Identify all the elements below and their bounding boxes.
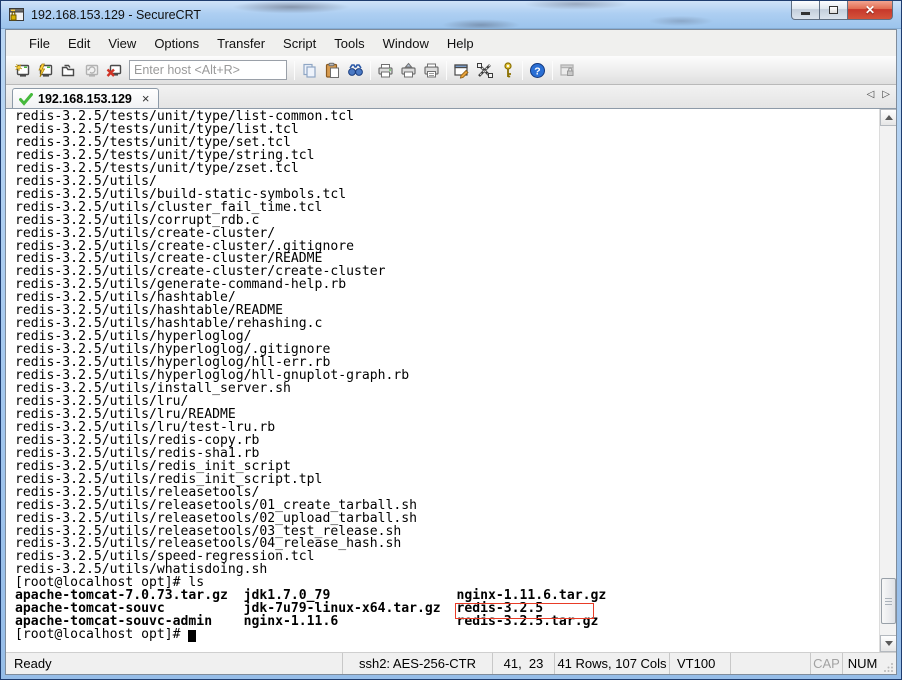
status-cursor-position: 41, 23 [492, 653, 554, 674]
print-eject-icon [401, 62, 416, 77]
terminal-listing-text: redis-3.2.5/tests/unit/type/list-common.… [15, 109, 418, 591]
terminal-ls-output: apache-tomcat-7.0.73.tar.gz jdk1.7.0_79 … [15, 588, 607, 630]
toolbar-separator [552, 60, 553, 80]
public-key-button[interactable] [496, 59, 519, 82]
reconnect-button[interactable] [79, 59, 102, 82]
print-button[interactable] [374, 59, 397, 82]
menu-file[interactable]: File [20, 32, 59, 55]
tab-close-icon[interactable]: × [142, 92, 150, 105]
connect-button[interactable] [10, 59, 33, 82]
scroll-down-icon [884, 641, 893, 646]
print-icon [378, 63, 393, 77]
find-icon [348, 63, 363, 76]
find-button[interactable] [344, 59, 367, 82]
menu-transfer[interactable]: Transfer [208, 32, 274, 55]
keymap-editor-icon [476, 62, 493, 78]
help-icon: ? [530, 62, 545, 78]
status-num-lock: NUM [842, 653, 882, 674]
maximize-button[interactable] [820, 1, 848, 20]
status-screen-size: 41 Rows, 107 Cols [554, 653, 669, 674]
status-empty-segment [730, 653, 810, 674]
print-setup-button[interactable] [420, 59, 443, 82]
window-title: 192.168.153.129 - SecureCRT [31, 7, 202, 22]
minimize-icon [801, 11, 810, 15]
vertical-scrollbar[interactable] [879, 109, 896, 652]
minimize-button[interactable] [791, 1, 820, 20]
session-lock-icon [560, 63, 574, 76]
terminal-output[interactable]: redis-3.2.5/tests/unit/type/list-common.… [6, 109, 879, 652]
menu-options[interactable]: Options [145, 32, 208, 55]
menu-edit[interactable]: Edit [59, 32, 99, 55]
toolbar: ? [6, 56, 896, 85]
menu-view[interactable]: View [99, 32, 145, 55]
redis-highlight-annotation [455, 603, 594, 619]
session-options-button[interactable] [450, 59, 473, 82]
scroll-up-icon [884, 115, 893, 120]
status-encryption: ssh2: AES-256-CTR [342, 653, 492, 674]
terminal-area[interactable]: redis-3.2.5/tests/unit/type/list-common.… [6, 108, 896, 652]
copy-icon [303, 63, 316, 78]
quick-connect-button[interactable] [33, 59, 56, 82]
disconnect-icon [106, 64, 121, 77]
help-button[interactable]: ? [526, 59, 549, 82]
print-setup-icon [424, 63, 439, 77]
connect-in-tab-icon [61, 64, 74, 76]
scrollbar-thumb[interactable] [881, 578, 896, 624]
terminal-prompt-line: [root@localhost opt]# [15, 627, 879, 643]
securecrt-window: 192.168.153.129 - SecureCRT ✕ File Edit … [0, 0, 902, 680]
print-eject-button[interactable] [397, 59, 420, 82]
menu-tools[interactable]: Tools [325, 32, 373, 55]
terminal-cursor [188, 630, 197, 643]
maximize-icon [829, 6, 838, 14]
tab-bar: 192.168.153.129 × ◁ ▷ [6, 85, 896, 109]
quick-connect-icon [37, 63, 52, 77]
enter-host-input[interactable] [129, 60, 287, 80]
close-icon: ✕ [864, 3, 876, 17]
session-tab-label: 192.168.153.129 [38, 92, 132, 106]
toolbar-separator [522, 60, 523, 80]
session-lock-button[interactable] [556, 59, 579, 82]
scroll-up-button[interactable] [880, 109, 896, 126]
connected-check-icon [19, 92, 33, 106]
close-button[interactable]: ✕ [848, 1, 893, 20]
copy-button[interactable] [298, 59, 321, 82]
menu-window[interactable]: Window [374, 32, 438, 55]
title-bar[interactable]: 192.168.153.129 - SecureCRT ✕ [1, 1, 901, 29]
session-tab[interactable]: 192.168.153.129 × [12, 88, 160, 109]
reconnect-icon [85, 64, 98, 77]
scroll-down-button[interactable] [880, 635, 896, 652]
paste-icon [325, 62, 339, 78]
shell-prompt: [root@localhost opt]# [15, 627, 189, 643]
key-icon [503, 61, 512, 77]
status-emulation: VT100 [669, 653, 730, 674]
resize-grip-icon [884, 663, 893, 672]
tab-scroll-left-icon[interactable]: ◁ [867, 89, 875, 100]
session-options-icon [454, 63, 469, 79]
toolbar-separator [446, 60, 447, 80]
keymap-editor-button[interactable] [473, 59, 496, 82]
svg-text:?: ? [534, 65, 540, 77]
securecrt-app-icon [9, 7, 24, 21]
status-ready: Ready [14, 656, 52, 671]
menu-script[interactable]: Script [274, 32, 325, 55]
connect-icon [14, 63, 29, 77]
toolbar-separator [370, 60, 371, 80]
connect-in-tab-button[interactable] [56, 59, 79, 82]
toolbar-separator [294, 60, 295, 80]
menu-help[interactable]: Help [438, 32, 483, 55]
disconnect-button[interactable] [102, 59, 125, 82]
status-caps-lock: CAP [810, 653, 842, 674]
tab-scroll-right-icon[interactable]: ▷ [882, 89, 890, 100]
status-bar: Ready ssh2: AES-256-CTR 41, 23 41 Rows, … [6, 652, 896, 674]
resize-grip[interactable] [882, 653, 896, 674]
menu-bar: File Edit View Options Transfer Script T… [6, 30, 896, 56]
paste-button[interactable] [321, 59, 344, 82]
